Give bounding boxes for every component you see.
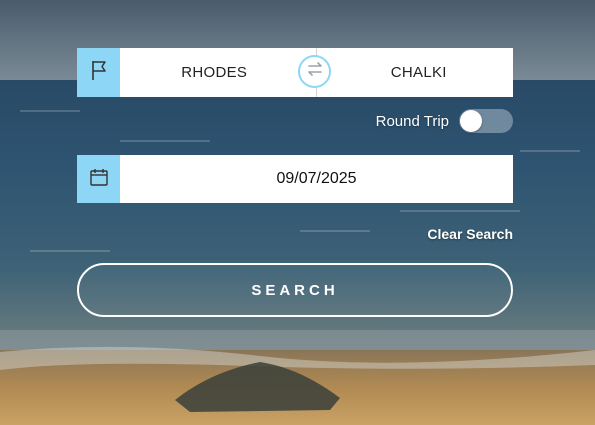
round-trip-control: Round Trip [376, 109, 513, 133]
arrival-port-label: CHALKI [390, 64, 447, 81]
flag-icon [89, 59, 109, 86]
departure-port[interactable]: RHODES [120, 48, 317, 97]
arrival-port[interactable]: CHALKI [317, 48, 514, 97]
swap-ports-button[interactable] [298, 55, 331, 88]
date-selector[interactable]: 09/07/2025 [77, 155, 513, 203]
swap-arrows-icon [306, 61, 324, 82]
round-trip-label: Round Trip [375, 112, 449, 130]
search-button-label: SEARCH [251, 281, 339, 299]
departure-port-label: RHODES [181, 64, 248, 81]
date-icon-box [77, 155, 120, 203]
ferry-search-widget: RHODES CHALKI Round Trip 09/07/2025 Clea… [0, 0, 595, 425]
route-icon-box [77, 48, 120, 97]
clear-search-link[interactable]: Clear Search [427, 226, 513, 242]
search-button[interactable]: SEARCH [77, 263, 513, 317]
departure-date-value: 09/07/2025 [276, 170, 357, 187]
toggle-knob [460, 110, 482, 132]
calendar-icon [89, 167, 109, 192]
route-selector: RHODES CHALKI [77, 48, 513, 97]
round-trip-toggle[interactable] [459, 109, 513, 133]
